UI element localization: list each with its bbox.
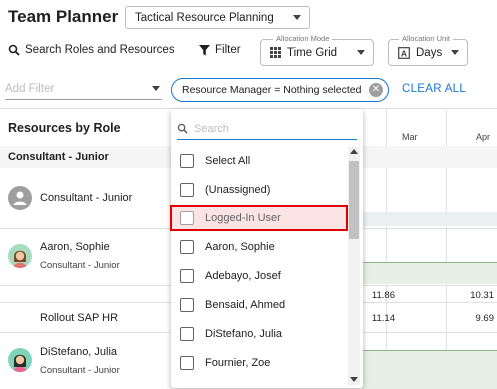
checkbox[interactable] — [180, 327, 194, 341]
checkbox[interactable] — [180, 183, 194, 197]
filter-chip-label: Resource Manager = Nothing selected — [182, 84, 362, 96]
resource-name[interactable]: Consultant - Junior — [40, 192, 132, 204]
checkbox[interactable] — [180, 356, 194, 370]
filter-button[interactable]: Filter — [199, 44, 241, 56]
allocation-unit-value: Days — [416, 46, 443, 59]
app-title: Team Planner — [8, 7, 119, 26]
dropdown-search-placeholder: Search — [194, 122, 229, 135]
group-label: Consultant - Junior — [8, 151, 109, 163]
add-filter-placeholder: Add Filter — [5, 82, 55, 95]
search-roles-button[interactable]: Search Roles and Resources — [8, 44, 175, 56]
checkbox[interactable] — [180, 154, 194, 168]
allocation-bar — [362, 212, 497, 226]
option-label: DiStefano, Julia — [205, 328, 283, 340]
avatar — [8, 244, 32, 268]
resource-name[interactable]: Aaron, Sophie — [40, 241, 110, 253]
checkbox[interactable] — [180, 298, 194, 312]
scroll-up-icon[interactable] — [350, 149, 358, 154]
add-filter-select[interactable]: Add Filter — [5, 78, 162, 100]
chevron-down-icon — [451, 50, 459, 55]
month-label-apr: Apr — [476, 132, 491, 142]
filter-icon — [199, 44, 210, 55]
chevron-down-icon — [357, 50, 365, 55]
search-roles-label: Search Roles and Resources — [25, 44, 175, 56]
view-select-label: Tactical Resource Planning — [135, 11, 274, 24]
days-icon: A — [398, 46, 410, 59]
allocation-mode-legend: Allocation Mode — [273, 34, 333, 43]
clear-all-button[interactable]: CLEAR ALL — [402, 83, 466, 95]
checkbox[interactable] — [180, 269, 194, 283]
chevron-down-icon — [293, 15, 301, 20]
checkbox[interactable] — [180, 211, 194, 225]
option-bensaid-ahmed[interactable]: Bensaid, Ahmed — [171, 293, 347, 317]
allocation-mode-value: Time Grid — [287, 46, 338, 59]
option-label: Logged-In User — [205, 212, 281, 224]
filter-label: Filter — [215, 44, 241, 56]
dropdown-scrollbar[interactable] — [348, 147, 360, 385]
svg-text:A: A — [401, 48, 407, 58]
option-unassigned[interactable]: (Unassigned) — [171, 178, 347, 202]
assignment-name[interactable]: Rollout SAP HR — [40, 312, 118, 324]
option-aaron-sophie[interactable]: Aaron, Sophie — [171, 235, 347, 259]
resource-manager-filter-chip[interactable]: Resource Manager = Nothing selected ✕ — [171, 78, 389, 102]
month-label-mar: Mar — [402, 132, 418, 142]
allocation-unit-select[interactable]: Allocation Unit A Days — [388, 34, 468, 66]
search-icon — [8, 44, 20, 56]
resource-manager-dropdown: Search Select All (Unassigned) Logged-In… — [170, 109, 363, 388]
avatar — [8, 348, 32, 372]
scroll-down-icon[interactable] — [350, 377, 358, 382]
allocation-value: 9.69 — [475, 313, 495, 324]
resource-role: Consultant - Junior — [40, 260, 120, 271]
option-distefano-julia[interactable]: DiStefano, Julia — [171, 322, 347, 346]
option-label: Aaron, Sophie — [205, 241, 275, 253]
allocation-chart — [362, 262, 497, 284]
allocation-chart — [362, 350, 497, 389]
resource-name[interactable]: DiStefano, Julia — [40, 346, 117, 358]
option-label: Bensaid, Ahmed — [205, 299, 286, 311]
option-logged-in-user[interactable]: Logged-In User — [170, 205, 348, 231]
avatar — [8, 186, 32, 210]
option-label: Adebayo, Josef — [205, 270, 281, 282]
option-label: Fournier, Zoe — [205, 357, 271, 369]
option-select-all[interactable]: Select All — [171, 149, 347, 173]
option-label: Select All — [205, 155, 251, 167]
resources-by-role-header: Resources by Role — [8, 121, 121, 135]
chevron-down-icon — [152, 86, 160, 91]
view-select[interactable]: Tactical Resource Planning — [125, 6, 310, 29]
female-avatar-icon — [8, 244, 32, 268]
allocation-mode-select[interactable]: Allocation Mode Time Grid — [260, 34, 374, 66]
allocation-value: 10.31 — [470, 290, 494, 301]
option-fournier-zoe[interactable]: Fournier, Zoe — [171, 351, 347, 375]
allocation-unit-legend: Allocation Unit — [399, 34, 453, 43]
resource-role: Consultant - Junior — [40, 365, 120, 376]
scroll-thumb[interactable] — [349, 161, 359, 239]
close-icon[interactable]: ✕ — [369, 83, 383, 97]
person-icon — [13, 191, 27, 205]
female-avatar-icon — [8, 348, 32, 372]
option-label: (Unassigned) — [205, 184, 271, 196]
option-adebayo-josef[interactable]: Adebayo, Josef — [171, 264, 347, 288]
dropdown-search-input[interactable]: Search — [177, 118, 357, 140]
search-icon — [177, 123, 188, 134]
time-grid-icon — [270, 47, 281, 58]
checkbox[interactable] — [180, 240, 194, 254]
